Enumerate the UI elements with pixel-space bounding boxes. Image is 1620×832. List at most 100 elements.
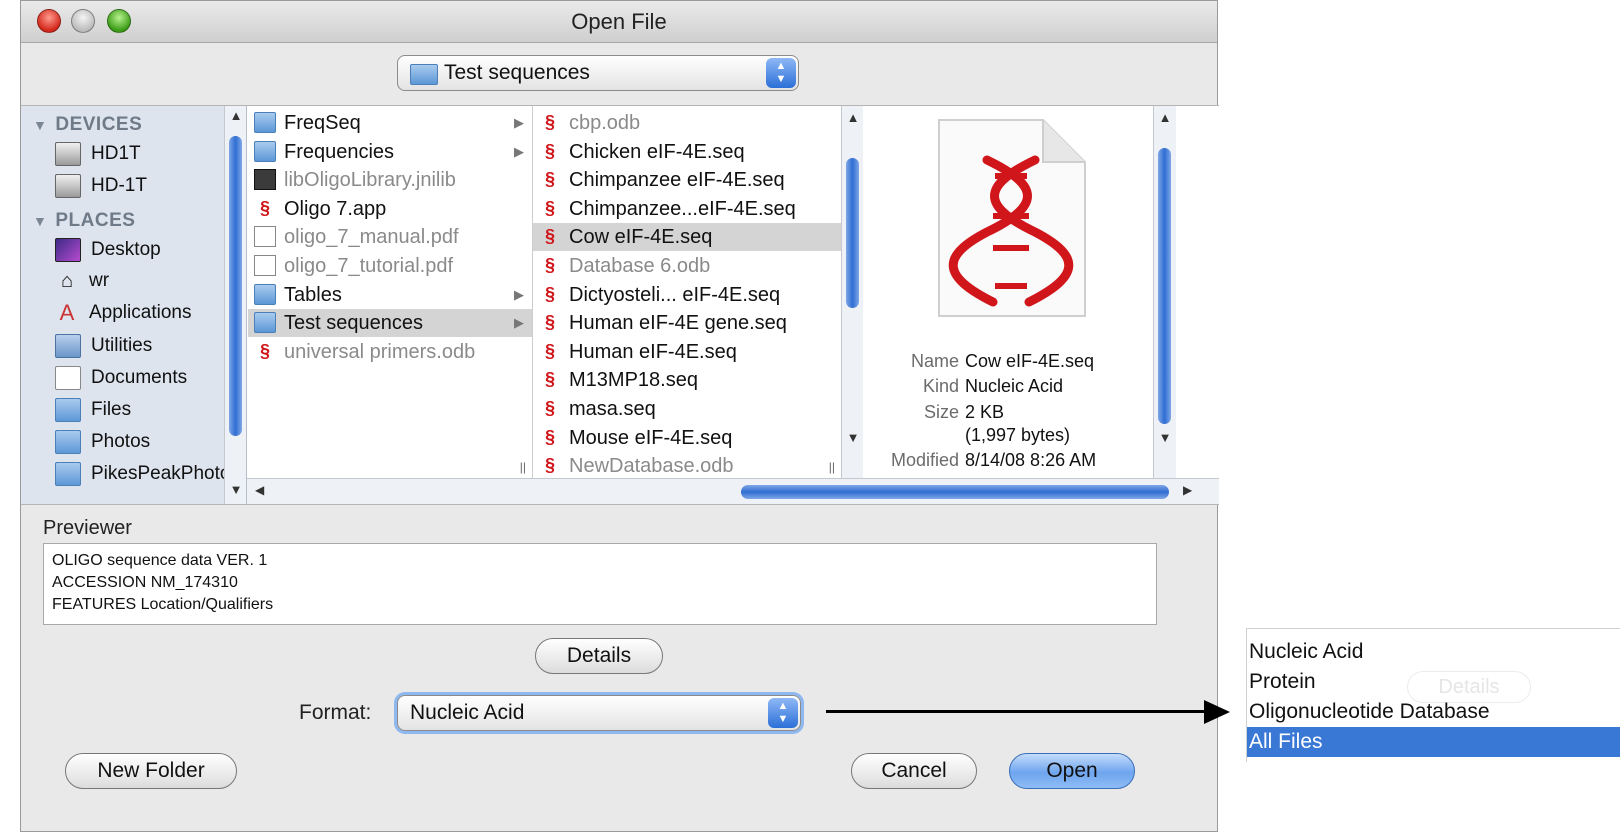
column2-row[interactable]: § Chimpanzee eIF-4E.seq (533, 166, 841, 194)
column2-row[interactable]: § Human eIF-4E gene.seq (533, 309, 841, 337)
scroll-up-icon[interactable]: ▲ (842, 110, 864, 125)
sidebar-item-home[interactable]: ⌂ wr (55, 270, 109, 300)
column1-row[interactable]: Test sequences ▶ (248, 309, 532, 338)
dna-icon: § (544, 169, 555, 190)
format-option-all-files[interactable]: All Files (1247, 727, 1620, 757)
format-option-nucleic-acid[interactable]: Nucleic Acid (1247, 637, 1620, 667)
format-option-oligonucleotide-database[interactable]: Oligonucleotide Database (1247, 697, 1620, 727)
column1-row[interactable]: Tables ▶ (248, 281, 532, 309)
scroll-down-icon[interactable]: ▼ (225, 482, 246, 497)
column-2-scroll-thumb[interactable] (846, 158, 859, 308)
file-label: Frequencies (284, 140, 395, 163)
applications-icon: A (59, 300, 75, 325)
column2-row[interactable]: § cbp.odb (533, 109, 841, 137)
sidebar-item-utilities[interactable]: Utilities (55, 334, 152, 364)
dna-icon: § (544, 197, 555, 218)
title-bar[interactable]: Open File (21, 1, 1217, 43)
dna-icon: § (259, 197, 270, 218)
file-label: cbp.odb (569, 112, 641, 134)
column2-row[interactable]: § M13MP18.seq (533, 366, 841, 394)
column1-row[interactable]: FreqSeq ▶ (248, 109, 532, 137)
new-folder-button[interactable]: New Folder (65, 753, 237, 789)
scroll-up-icon[interactable]: ▲ (225, 108, 246, 123)
sidebar-scroll-thumb[interactable] (229, 136, 242, 436)
desktop-icon (55, 238, 81, 262)
previewer-text-area[interactable]: OLIGO sequence data VER. 1 ACCESSION NM_… (43, 543, 1157, 625)
preview-scrollbar[interactable]: ▲ ▼ (1153, 106, 1176, 478)
file-label: Test sequences (284, 312, 423, 335)
file-label: Human eIF-4E.seq (569, 340, 737, 363)
sidebar-item-hd-1t[interactable]: HD-1T (55, 174, 147, 204)
popup-stepper-icon: ▲ ▼ (766, 58, 796, 88)
folder-icon (254, 112, 276, 133)
horizontal-scroll-thumb[interactable] (741, 485, 1169, 499)
column1-row[interactable]: oligo_7_manual.pdf (248, 223, 532, 251)
column1-row[interactable]: § universal primers.odb (248, 338, 532, 366)
sidebar-item-hd1t[interactable]: HD1T (55, 142, 141, 172)
sidebar-item-applications[interactable]: A Applications (55, 300, 192, 332)
disclosure-triangle-icon[interactable]: ▼ (33, 213, 47, 229)
doc-icon (254, 226, 276, 248)
horizontal-scrollbar[interactable]: ◀ ▶ (247, 478, 1219, 504)
devices-header[interactable]: ▼ DEVICES (33, 114, 142, 136)
column2-row[interactable]: § Chicken eIF-4E.seq (533, 138, 841, 166)
sidebar-item-desktop[interactable]: Desktop (55, 238, 161, 268)
format-dropdown-menu: Details Nucleic Acid Protein Oligonucleo… (1246, 628, 1620, 762)
dna-icon: § (544, 283, 555, 304)
file-label: Database 6.odb (569, 255, 711, 277)
file-browser: ▼ DEVICES HD1T HD-1T ▼ PLACES Desktop ⌂ wr … (21, 105, 1219, 505)
file-label: Human eIF-4E gene.seq (569, 312, 787, 335)
file-label: oligo_7_manual.pdf (284, 226, 459, 249)
sidebar-scrollbar[interactable]: ▲ ▼ (224, 106, 246, 504)
format-option-protein[interactable]: Protein (1247, 667, 1620, 697)
places-header[interactable]: ▼ PLACES (33, 210, 135, 232)
column2-row[interactable]: § Human eIF-4E.seq (533, 338, 841, 366)
scroll-left-icon[interactable]: ◀ (255, 483, 264, 497)
scroll-down-icon[interactable]: ▼ (842, 430, 864, 445)
sidebar-item-photos[interactable]: Photos (55, 430, 150, 460)
folder-icon (55, 398, 81, 422)
column1-row[interactable]: libOligoLibrary.jnilib (248, 166, 532, 194)
column2-row[interactable]: § Chimpanzee...eIF-4E.seq (533, 195, 841, 223)
column1-row[interactable]: oligo_7_tutorial.pdf (248, 252, 532, 280)
sidebar-item-documents[interactable]: Documents (55, 366, 187, 396)
callout-arrow-line (826, 710, 1210, 713)
scroll-up-icon[interactable]: ▲ (1154, 110, 1176, 125)
column2-row[interactable]: § Dictyosteli... eIF-4E.seq (533, 281, 841, 309)
column1-row[interactable]: § Oligo 7.app (248, 195, 532, 223)
column2-row[interactable]: § Mouse eIF-4E.seq (533, 424, 841, 452)
column2-row[interactable]: § NewDatabase.odb (533, 452, 841, 478)
column2-row[interactable]: § masa.seq (533, 395, 841, 423)
kind-label: Kind (922, 376, 959, 396)
hard-disk-icon (55, 142, 81, 166)
file-size-bytes: (1,997 bytes) (965, 425, 1071, 445)
column2-row[interactable]: § Cow eIF-4E.seq (533, 223, 841, 252)
disclosure-triangle-icon[interactable]: ▼ (33, 117, 47, 133)
cancel-button[interactable]: Cancel (851, 753, 977, 789)
details-button[interactable]: Details (535, 638, 663, 674)
file-label: Dictyosteli... eIF-4E.seq (569, 283, 781, 306)
dna-icon: § (544, 340, 555, 361)
previewer-line: OLIGO sequence data VER. 1 (52, 552, 268, 569)
scroll-right-icon[interactable]: ▶ (1183, 483, 1192, 497)
format-popup[interactable]: Nucleic Acid ▲ ▼ (397, 695, 801, 731)
column-2-scrollbar[interactable]: ▲ ▼ (841, 106, 864, 478)
doc-icon (254, 255, 276, 276)
column-resize-grip-icon[interactable]: || (520, 460, 526, 474)
column-1: FreqSeq ▶ Frequencies ▶ libOligoLibrary.jnil… (248, 106, 533, 478)
dna-icon: § (544, 312, 555, 333)
column1-row[interactable]: Frequencies ▶ (248, 138, 532, 166)
column2-row[interactable]: § Database 6.odb (533, 252, 841, 280)
sidebar-item-files[interactable]: Files (55, 398, 131, 428)
preview-scroll-thumb[interactable] (1158, 148, 1171, 424)
location-popup[interactable]: Test sequences ▲ ▼ (397, 55, 799, 91)
size-label: Size (923, 402, 959, 422)
location-value: Test sequences (444, 61, 590, 84)
file-label: FreqSeq (284, 112, 361, 134)
open-button[interactable]: Open (1009, 753, 1135, 789)
column-resize-grip-icon[interactable]: || (829, 460, 835, 474)
file-modified-value: 8/14/08 8:26 AM (965, 450, 1097, 470)
scroll-down-icon[interactable]: ▼ (1154, 430, 1176, 445)
dna-icon: § (544, 226, 555, 247)
sidebar-item-pikespeakphoto[interactable]: PikesPeakPhoto (55, 462, 230, 492)
